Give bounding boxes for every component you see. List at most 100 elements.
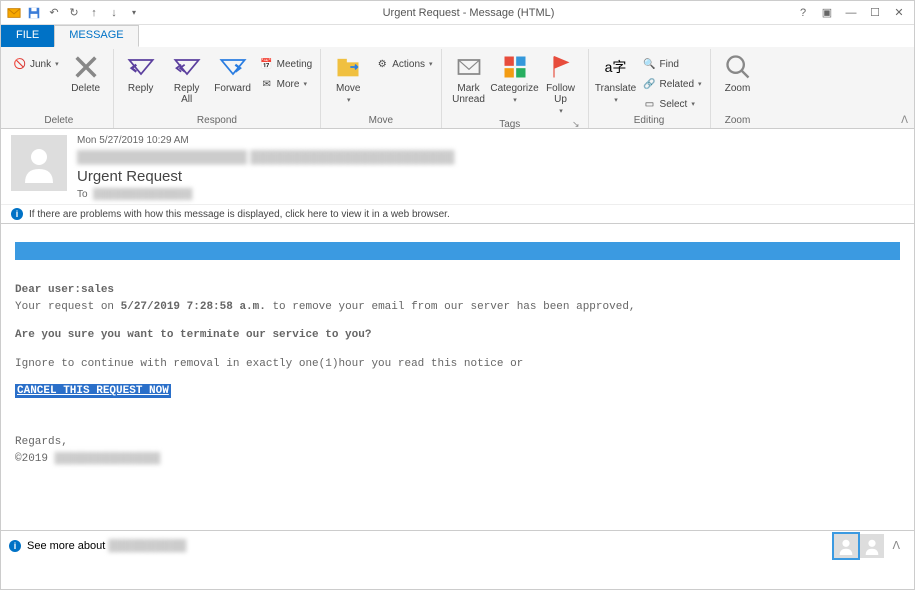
email-blue-bar [15,242,900,260]
find-button[interactable]: 🔍Find [641,55,704,73]
window-title: Urgent Request - Message (HTML) [141,7,796,19]
move-label: Move▾ [336,83,360,106]
meeting-label: Meeting [277,59,313,70]
delete-button[interactable]: Delete [65,51,107,96]
select-icon: ▭ [643,97,657,111]
categorize-label: Categorize▾ [490,83,538,106]
message-body-scroll[interactable]: Dear user:sales Your request on 5/27/201… [1,224,914,530]
mark-unread-button[interactable]: Mark Unread [448,51,490,107]
people-pane: i See more about ██████████ ᐱ [1,530,914,560]
reply-label: Reply [128,83,154,94]
message-subject: Urgent Request [77,168,904,185]
help-button[interactable]: ? [796,6,810,20]
email-greeting: Dear user:sales [15,282,900,299]
more-icon: ✉ [260,77,274,91]
ribbon-display-button[interactable]: ▣ [820,6,834,20]
tab-file[interactable]: FILE [1,25,54,47]
forward-icon [219,53,247,81]
group-editing: a字 Translate▾ 🔍Find 🔗Related▾ ▭Select▾ E… [589,49,711,128]
see-more-text[interactable]: See more about ██████████ [27,540,186,552]
actions-button[interactable]: ⚙Actions▾ [373,55,434,73]
message-header: Mon 5/27/2019 10:29 AM █████████████████… [1,129,914,204]
message-date: Mon 5/27/2019 10:29 AM [77,135,904,146]
forward-label: Forward [214,83,251,94]
reply-all-button[interactable]: Reply All [166,51,208,107]
minimize-button[interactable]: — [844,6,858,20]
email-line-3: Ignore to continue with removal in exact… [15,356,900,373]
actions-label: Actions [392,59,425,70]
reply-icon [127,53,155,81]
ribbon-tabs: FILE MESSAGE [1,25,914,47]
zoom-label: Zoom [725,83,751,94]
reply-button[interactable]: Reply [120,51,162,96]
qat-customize-icon[interactable]: ▾ [127,6,141,20]
email-line-2: Are you sure you want to terminate our s… [15,327,900,344]
ribbon-collapse-button[interactable]: ᐱ [901,115,908,126]
message-body-container: Dear user:sales Your request on 5/27/201… [1,224,914,530]
follow-up-button[interactable]: Follow Up▾ [540,51,582,119]
save-icon[interactable] [27,6,41,20]
outlook-icon [7,6,21,20]
move-button[interactable]: Move▾ [327,51,369,108]
meeting-icon: 📅 [260,57,274,71]
more-button[interactable]: ✉More▾ [258,75,315,93]
people-pane-expand[interactable]: ᐱ [886,539,906,552]
delete-group-label: Delete [11,115,107,128]
sender-avatar [11,135,67,191]
contact-avatar-1[interactable] [834,534,858,558]
email-line-1: Your request on 5/27/2019 7:28:58 a.m. t… [15,299,900,316]
related-button[interactable]: 🔗Related▾ [641,75,704,93]
email-copyright: ©2019 ████████████████ [15,451,900,468]
email-body: Dear user:sales Your request on 5/27/201… [15,242,900,467]
tab-message[interactable]: MESSAGE [54,25,138,47]
cancel-request-link[interactable]: CANCEL THIS REQUEST NOW [15,384,171,398]
select-label: Select [660,99,688,110]
meeting-button[interactable]: 📅Meeting [258,55,315,73]
zoom-button[interactable]: Zoom [717,51,759,96]
follow-up-label: Follow Up▾ [542,83,580,117]
related-icon: 🔗 [643,77,657,91]
window-controls: ? ▣ — ☐ ✕ [796,6,914,20]
message-to: To ██████████████ [77,189,904,200]
categorize-button[interactable]: Categorize▾ [494,51,536,108]
actions-icon: ⚙ [375,57,389,71]
zoom-icon [724,53,752,81]
junk-label: Junk [30,59,51,70]
group-delete: 🚫 Junk▾ Delete Delete [5,49,114,128]
respond-group-label: Respond [120,115,315,128]
maximize-button[interactable]: ☐ [868,6,882,20]
contact-avatar-2[interactable] [860,534,884,558]
group-tags: Mark Unread Categorize▾ Follow Up▾ Tags↘ [442,49,589,128]
translate-label: Translate▾ [595,83,636,106]
find-label: Find [660,59,679,70]
mark-unread-icon [455,53,483,81]
junk-button[interactable]: 🚫 Junk▾ [11,55,61,73]
categorize-icon [501,53,529,81]
info-bar[interactable]: i If there are problems with how this me… [1,204,914,224]
delete-label: Delete [71,83,100,94]
redo-icon[interactable]: ↻ [67,6,81,20]
find-icon: 🔍 [643,57,657,71]
close-button[interactable]: ✕ [892,6,906,20]
mark-unread-label: Mark Unread [450,83,488,105]
next-item-icon[interactable]: ↓ [107,6,121,20]
group-respond: Reply Reply All Forward 📅Meeting ✉More▾ … [114,49,322,128]
follow-up-icon [547,53,575,81]
previous-item-icon[interactable]: ↑ [87,6,101,20]
info-bar-text: If there are problems with how this mess… [29,209,450,220]
undo-icon[interactable]: ↶ [47,6,61,20]
group-zoom: Zoom Zoom [711,49,765,128]
junk-icon: 🚫 [13,57,27,71]
tags-dialog-launcher[interactable]: ↘ [572,119,582,131]
delete-icon [72,53,100,81]
tags-group-label: Tags [448,119,572,131]
info-icon: i [11,208,23,220]
move-icon [334,53,362,81]
people-info-icon: i [9,540,21,552]
reply-all-label: Reply All [168,83,206,105]
select-button[interactable]: ▭Select▾ [641,95,704,113]
translate-button[interactable]: a字 Translate▾ [595,51,637,108]
translate-icon: a字 [602,53,630,81]
more-label: More [277,79,300,90]
forward-button[interactable]: Forward [212,51,254,96]
